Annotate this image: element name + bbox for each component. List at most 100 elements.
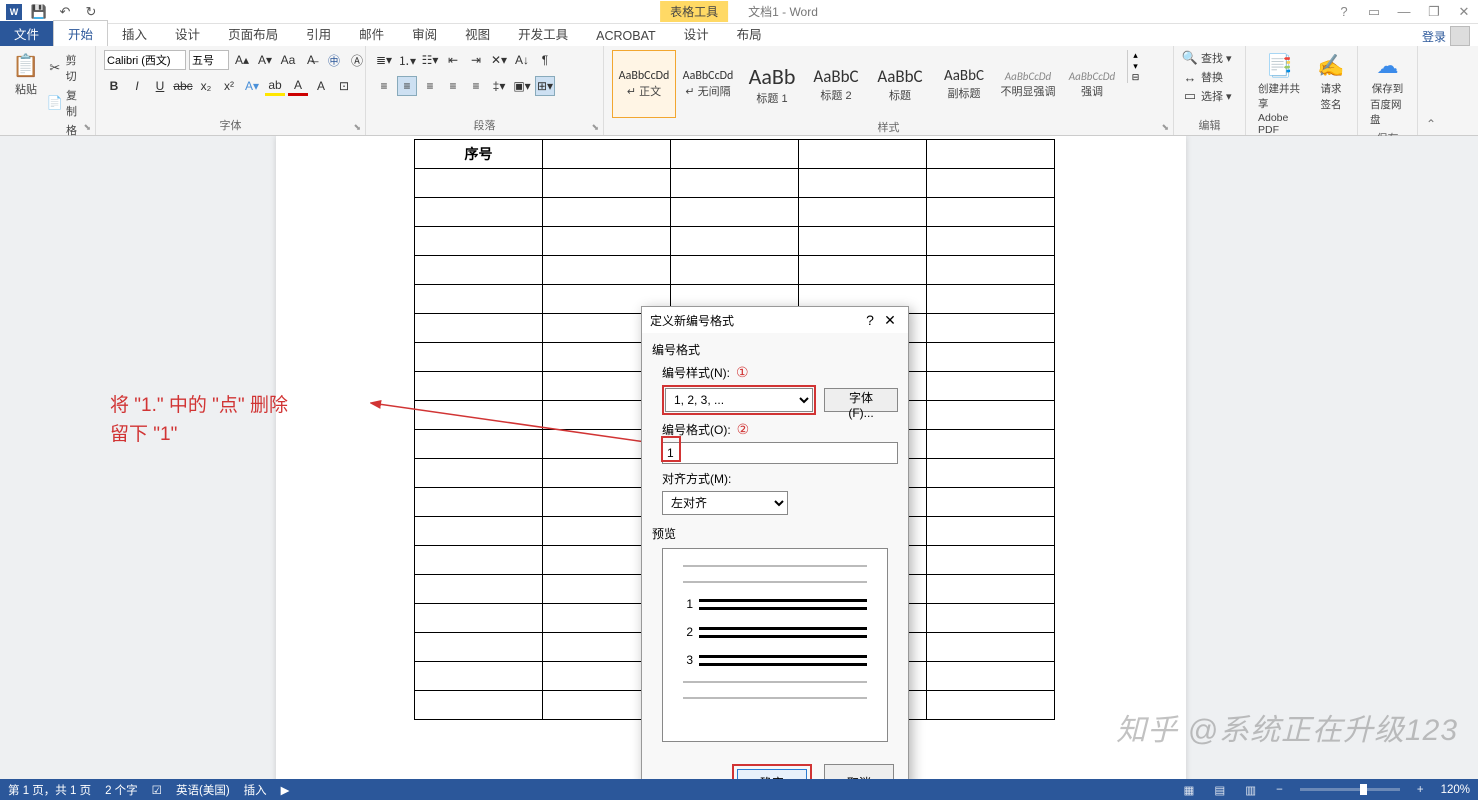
table-cell[interactable] bbox=[671, 227, 799, 256]
view-print-icon[interactable]: ▤ bbox=[1211, 783, 1228, 797]
clear-format-icon[interactable]: A̶ bbox=[301, 50, 321, 70]
table-cell[interactable] bbox=[927, 314, 1055, 343]
table-cell[interactable] bbox=[415, 256, 543, 285]
cancel-button[interactable]: 取消 bbox=[824, 764, 894, 779]
save-icon[interactable]: 💾 bbox=[30, 3, 48, 21]
table-cell[interactable] bbox=[927, 633, 1055, 662]
table-cell[interactable] bbox=[927, 198, 1055, 227]
table-cell[interactable] bbox=[671, 198, 799, 227]
line-spacing-icon[interactable]: ‡▾ bbox=[489, 76, 509, 96]
table-cell[interactable] bbox=[671, 169, 799, 198]
change-case-icon[interactable]: Aa bbox=[278, 50, 298, 70]
find-button[interactable]: 🔍查找▾ bbox=[1182, 50, 1232, 66]
bold-button[interactable]: B bbox=[104, 76, 124, 96]
table-cell[interactable] bbox=[799, 198, 927, 227]
clipboard-launcher-icon[interactable]: ⬊ bbox=[83, 122, 91, 133]
superscript-button[interactable]: x² bbox=[219, 76, 239, 96]
subscript-button[interactable]: x₂ bbox=[196, 76, 216, 96]
table-cell[interactable] bbox=[927, 517, 1055, 546]
phonetic-icon[interactable]: ㊥ bbox=[324, 50, 344, 70]
number-format-input[interactable] bbox=[662, 442, 898, 464]
paragraph-launcher-icon[interactable]: ⬊ bbox=[591, 122, 599, 133]
restore-icon[interactable]: ❐ bbox=[1424, 2, 1444, 22]
table-cell[interactable] bbox=[671, 140, 799, 169]
status-words[interactable]: 2 个字 bbox=[105, 782, 138, 798]
tab-references[interactable]: 引用 bbox=[292, 21, 345, 46]
table-cell[interactable]: 序号 bbox=[415, 140, 543, 169]
redo-icon[interactable]: ↻ bbox=[82, 3, 100, 21]
show-marks-icon[interactable]: ¶ bbox=[535, 50, 555, 70]
zoom-out-icon[interactable]: − bbox=[1273, 784, 1286, 796]
status-mode[interactable]: 插入 bbox=[244, 782, 267, 798]
table-cell[interactable] bbox=[927, 459, 1055, 488]
table-cell[interactable] bbox=[927, 691, 1055, 720]
font-launcher-icon[interactable]: ⬊ bbox=[353, 122, 361, 133]
style-item[interactable]: AaBbC标题 2 bbox=[804, 50, 868, 118]
status-macro-icon[interactable]: ▶ bbox=[281, 783, 290, 797]
table-cell[interactable] bbox=[927, 662, 1055, 691]
style-item[interactable]: AaBbC副标题 bbox=[932, 50, 996, 118]
table-cell[interactable] bbox=[927, 227, 1055, 256]
enclose-icon[interactable]: Ⓐ bbox=[347, 50, 367, 70]
table-cell[interactable] bbox=[799, 169, 927, 198]
table-cell[interactable] bbox=[415, 314, 543, 343]
table-cell[interactable] bbox=[415, 285, 543, 314]
align-center-icon[interactable]: ≡ bbox=[397, 76, 417, 96]
styles-gallery[interactable]: AaBbCcDd↵ 正文AaBbCcDd↵ 无间隔AaBb标题 1AaBbC标题… bbox=[612, 50, 1124, 118]
table-cell[interactable] bbox=[927, 401, 1055, 430]
zoom-value[interactable]: 120% bbox=[1441, 784, 1470, 796]
table-cell[interactable] bbox=[543, 169, 671, 198]
styles-nav[interactable]: ▴ ▾ ⊟ bbox=[1127, 50, 1143, 83]
copy-button[interactable]: 📄复制 bbox=[47, 87, 87, 119]
undo-icon[interactable]: ↶ bbox=[56, 3, 74, 21]
underline-button[interactable]: U bbox=[150, 76, 170, 96]
tab-file[interactable]: 文件 bbox=[0, 21, 53, 46]
status-proofing-icon[interactable]: ☑ bbox=[152, 783, 162, 797]
help-icon[interactable]: ? bbox=[1334, 2, 1354, 22]
style-item[interactable]: AaBb标题 1 bbox=[740, 50, 804, 118]
table-cell[interactable] bbox=[415, 604, 543, 633]
grow-font-icon[interactable]: A▴ bbox=[232, 50, 252, 70]
tab-layout[interactable]: 页面布局 bbox=[214, 21, 292, 46]
table-cell[interactable] bbox=[415, 227, 543, 256]
multilevel-icon[interactable]: ☷▾ bbox=[420, 50, 440, 70]
collapse-ribbon[interactable]: ⌃ bbox=[1418, 46, 1440, 135]
status-language[interactable]: 英语(美国) bbox=[176, 782, 230, 798]
view-web-icon[interactable]: ▥ bbox=[1242, 783, 1259, 797]
style-more-icon[interactable]: ⊟ bbox=[1128, 72, 1143, 83]
style-item[interactable]: AaBbCcDd↵ 正文 bbox=[612, 50, 676, 118]
tab-table-layout[interactable]: 布局 bbox=[723, 21, 776, 46]
zoom-thumb[interactable] bbox=[1360, 784, 1367, 795]
styles-launcher-icon[interactable]: ⬊ bbox=[1161, 122, 1169, 133]
login-link[interactable]: 登录 bbox=[1422, 26, 1470, 46]
char-shading-icon[interactable]: A bbox=[311, 76, 331, 96]
table-cell[interactable] bbox=[927, 343, 1055, 372]
justify-icon[interactable]: ≡ bbox=[443, 76, 463, 96]
style-up-icon[interactable]: ▴ bbox=[1128, 50, 1143, 61]
shading-icon[interactable]: ▣▾ bbox=[512, 76, 532, 96]
cut-button[interactable]: ✂剪切 bbox=[47, 52, 87, 84]
table-cell[interactable] bbox=[415, 546, 543, 575]
font-size-select[interactable] bbox=[189, 50, 229, 70]
dialog-titlebar[interactable]: 定义新编号格式 ? ✕ bbox=[642, 307, 908, 333]
style-item[interactable]: AaBbCcDd强调 bbox=[1060, 50, 1124, 118]
paste-button[interactable]: 📋 粘贴 bbox=[8, 50, 44, 99]
table-cell[interactable] bbox=[415, 198, 543, 227]
zoom-in-icon[interactable]: + bbox=[1414, 784, 1427, 796]
ribbon-options-icon[interactable]: ▭ bbox=[1364, 2, 1384, 22]
table-cell[interactable] bbox=[415, 633, 543, 662]
alignment-select[interactable]: 左对齐 bbox=[662, 491, 788, 515]
table-cell[interactable] bbox=[799, 227, 927, 256]
numbering-icon[interactable]: ⒈▾ bbox=[397, 50, 417, 70]
table-cell[interactable] bbox=[415, 488, 543, 517]
select-button[interactable]: ▭选择▾ bbox=[1182, 88, 1232, 104]
table-cell[interactable] bbox=[927, 140, 1055, 169]
table-cell[interactable] bbox=[415, 517, 543, 546]
table-cell[interactable] bbox=[927, 372, 1055, 401]
dialog-help-icon[interactable]: ? bbox=[860, 312, 880, 328]
font-color-icon[interactable]: A bbox=[288, 76, 308, 96]
minimize-icon[interactable]: — bbox=[1394, 2, 1414, 22]
align-right-icon[interactable]: ≡ bbox=[420, 76, 440, 96]
table-cell[interactable] bbox=[799, 140, 927, 169]
table-cell[interactable] bbox=[927, 575, 1055, 604]
